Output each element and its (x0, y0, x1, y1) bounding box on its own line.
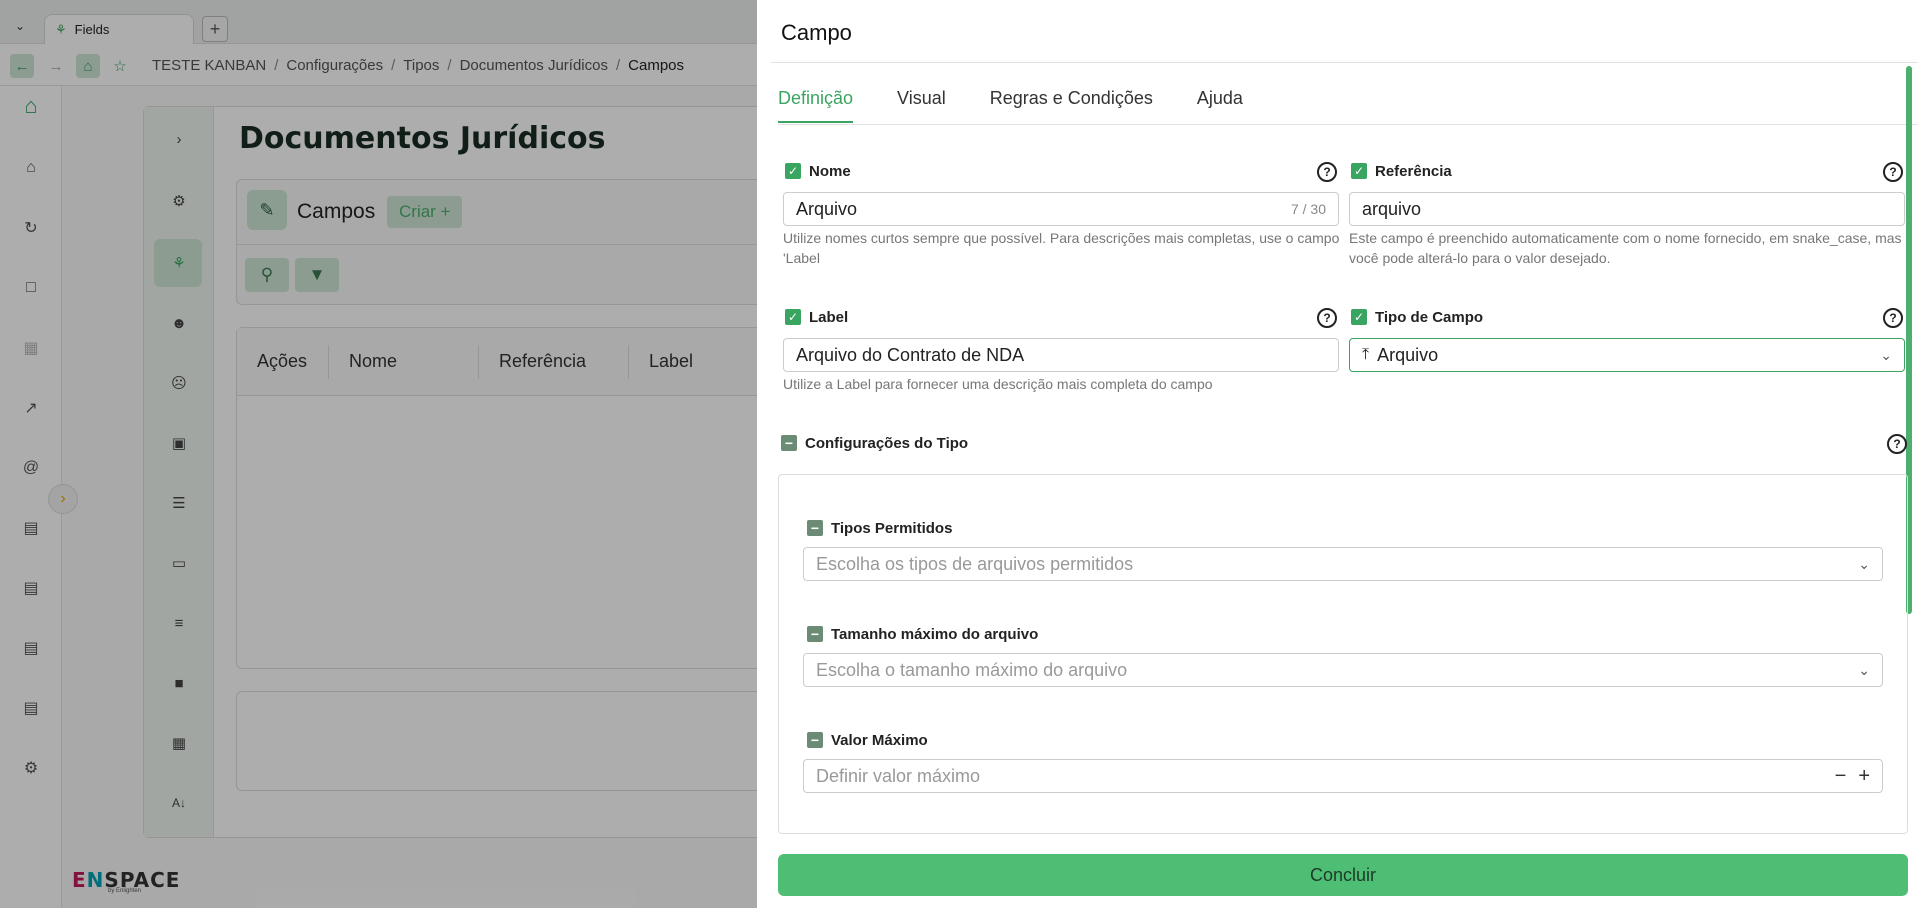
tipos-permitidos-header: − Tipos Permitidos (807, 517, 952, 539)
config-tipo-collapse-icon[interactable]: − (781, 435, 797, 451)
label-checkbox[interactable]: ✓ (785, 309, 801, 325)
label-hint: Utilize a Label para fornecer uma descri… (783, 376, 1213, 392)
label-input[interactable]: Arquivo do Contrato de NDA (783, 338, 1339, 372)
config-tipo-header: − Configurações do Tipo (781, 432, 968, 454)
tamanho-maximo-collapse-icon[interactable]: − (807, 626, 823, 642)
nome-header: ✓ Nome (785, 160, 851, 182)
valor-maximo-collapse-icon[interactable]: − (807, 732, 823, 748)
quantity-stepper: − + (1835, 765, 1870, 788)
nome-counter: 7 / 30 (1290, 201, 1326, 217)
label-help-icon[interactable]: ? (1317, 308, 1337, 328)
nome-input[interactable]: Arquivo 7 / 30 (783, 192, 1339, 226)
tipo-campo-checkbox[interactable]: ✓ (1351, 309, 1367, 325)
tab-visual[interactable]: Visual (897, 88, 946, 123)
minus-icon[interactable]: − (1835, 765, 1847, 788)
config-tipo-label: Configurações do Tipo (805, 434, 969, 452)
tamanho-maximo-select[interactable]: Escolha o tamanho máximo do arquivo ⌄ (803, 653, 1883, 687)
referencia-value: arquivo (1362, 198, 1422, 219)
tipo-campo-select[interactable]: ⤒ Arquivo ⌄ (1349, 338, 1905, 372)
tipo-campo-header: ✓ Tipo de Campo (1351, 306, 1483, 328)
label-value: Arquivo do Contrato de NDA (796, 344, 1025, 365)
config-tipo-help-icon[interactable]: ? (1887, 434, 1907, 454)
tipos-permitidos-placeholder: Escolha os tipos de arquivos permitidos (816, 553, 1134, 574)
drawer-tabs: Definição Visual Regras e Condições Ajud… (778, 88, 1243, 123)
referencia-header: ✓ Referência (1351, 160, 1452, 182)
valor-maximo-input[interactable]: Definir valor máximo − + (803, 759, 1883, 793)
referencia-hint: Este campo é preenchido automaticamente … (1349, 230, 1902, 266)
tipo-campo-help-icon[interactable]: ? (1883, 308, 1903, 328)
chevron-down-icon: ⌄ (1858, 661, 1870, 678)
tamanho-maximo-label: Tamanho máximo do arquivo (831, 625, 1039, 643)
plus-icon[interactable]: + (1858, 765, 1870, 788)
referencia-label: Referência (1375, 162, 1452, 180)
tipos-permitidos-select[interactable]: Escolha os tipos de arquivos permitidos … (803, 547, 1883, 581)
drawer-title: Campo (781, 20, 852, 45)
config-tipo-box: − Tipos Permitidos Escolha os tipos de a… (778, 474, 1908, 834)
referencia-input[interactable]: arquivo (1349, 192, 1905, 226)
tamanho-maximo-header: − Tamanho máximo do arquivo (807, 623, 1038, 645)
tamanho-maximo-placeholder: Escolha o tamanho máximo do arquivo (816, 659, 1128, 680)
tipos-permitidos-collapse-icon[interactable]: − (807, 520, 823, 536)
tab-definicao[interactable]: Definição (778, 88, 854, 123)
tab-regras-condicoes[interactable]: Regras e Condições (990, 88, 1153, 123)
valor-maximo-placeholder: Definir valor máximo (816, 765, 981, 786)
nome-hint: Utilize nomes curtos sempre que possível… (783, 230, 1340, 266)
campo-drawer: Campo Definição Visual Regras e Condiçõe… (757, 0, 1918, 908)
referencia-checkbox[interactable]: ✓ (1351, 163, 1367, 179)
label-label: Label (809, 308, 849, 326)
nome-label: Nome (809, 162, 851, 180)
nome-value: Arquivo (796, 198, 858, 219)
tipos-permitidos-label: Tipos Permitidos (831, 519, 953, 537)
upload-icon: ⤒ (1362, 346, 1370, 363)
nome-help-icon[interactable]: ? (1317, 162, 1337, 182)
label-header: ✓ Label (785, 306, 848, 328)
tipo-campo-value: Arquivo (1377, 344, 1439, 365)
tab-ajuda[interactable]: Ajuda (1197, 88, 1243, 123)
chevron-down-icon: ⌄ (1880, 346, 1892, 363)
valor-maximo-label: Valor Máximo (831, 731, 928, 749)
chevron-down-icon: ⌄ (1858, 555, 1870, 572)
nome-checkbox[interactable]: ✓ (785, 163, 801, 179)
tipo-campo-label: Tipo de Campo (1375, 308, 1484, 326)
referencia-help-icon[interactable]: ? (1883, 162, 1903, 182)
concluir-button[interactable]: Concluir (778, 854, 1908, 896)
valor-maximo-header: − Valor Máximo (807, 729, 928, 751)
